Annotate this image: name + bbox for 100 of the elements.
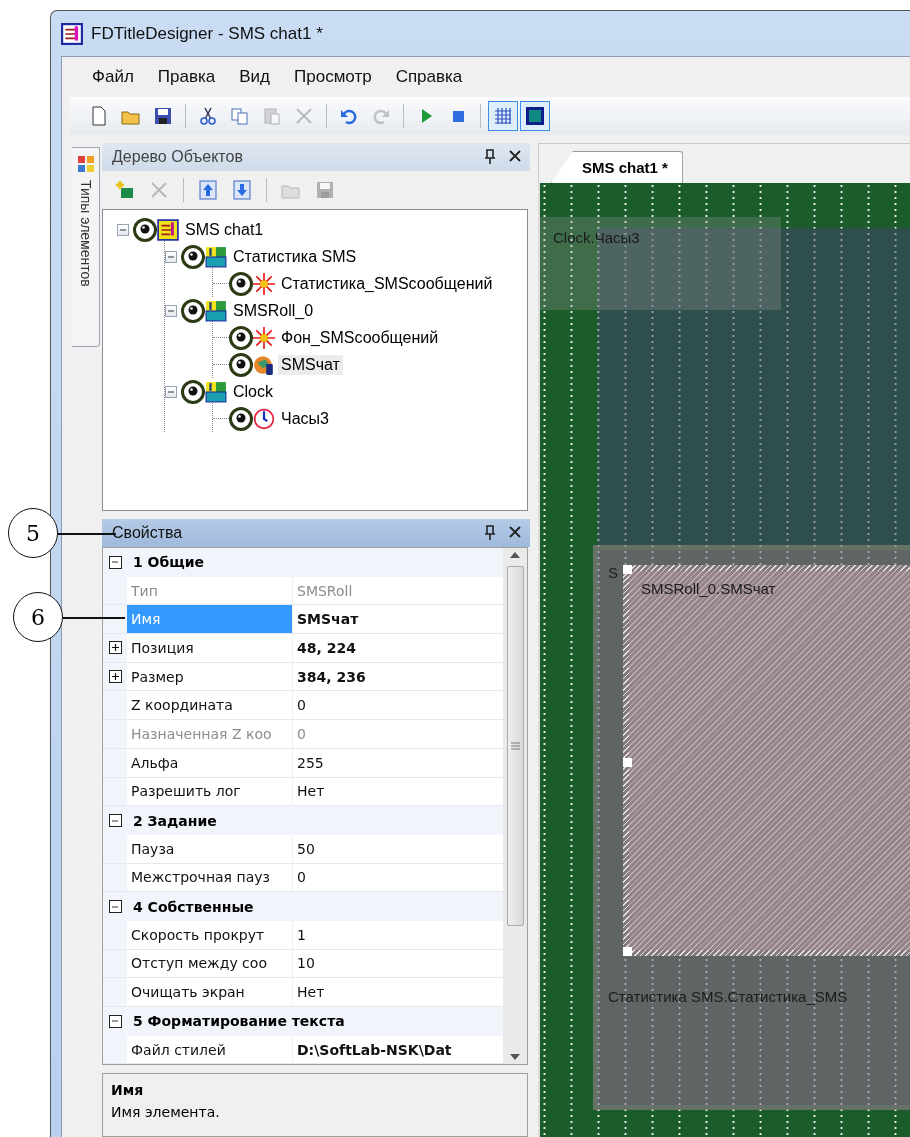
- menu-item[interactable]: Просмотр: [284, 63, 382, 91]
- property-value[interactable]: SMSчат: [293, 605, 503, 634]
- scrollbar[interactable]: [503, 548, 527, 1064]
- scroll-thumb[interactable]: [506, 566, 524, 926]
- eye-icon[interactable]: [133, 217, 157, 242]
- paste-icon: [262, 106, 282, 126]
- copy-icon: [230, 106, 250, 126]
- leader-line: [58, 533, 116, 535]
- resize-handle[interactable]: [623, 758, 632, 767]
- scissors-icon: [198, 106, 218, 126]
- property-value[interactable]: 384, 236: [293, 662, 503, 691]
- save-icon: [153, 106, 173, 126]
- resize-handle[interactable]: [623, 947, 632, 956]
- menu-item[interactable]: Вид: [229, 63, 280, 91]
- close-icon[interactable]: [508, 149, 522, 163]
- side-tab-label: Типы элементов: [77, 180, 94, 287]
- property-name[interactable]: Отступ между соо: [127, 949, 293, 978]
- move-up-icon: [198, 180, 218, 200]
- property-value[interactable]: D:\SoftLab-NSK\Dat: [293, 1035, 503, 1064]
- new-document-icon: [89, 106, 109, 126]
- property-name[interactable]: Позиция: [127, 634, 293, 662]
- property-name[interactable]: Разрешить лог: [127, 777, 293, 806]
- delete-icon: [294, 106, 314, 126]
- move-down-icon: [232, 180, 252, 200]
- property-value[interactable]: 1: [293, 920, 503, 949]
- element-types-icon: [75, 154, 96, 174]
- menu-item[interactable]: Файл: [82, 63, 144, 91]
- category-title: 2 Задание: [132, 812, 217, 829]
- document-tab[interactable]: SMS chat1 *: [551, 151, 683, 183]
- property-name[interactable]: Размер: [127, 662, 293, 691]
- window-title: FDTitleDesigner - SMS chat1 *: [91, 23, 323, 44]
- property-name[interactable]: Скорость прокрут: [127, 920, 293, 949]
- description-text: Имя элемента.: [111, 1104, 221, 1120]
- pin-icon[interactable]: [484, 149, 496, 165]
- statistics-object[interactable]: S SMSRoll_0.SMSчат Статистика SMS.Статистика_SMS: [593, 545, 910, 1110]
- property-value[interactable]: 10: [293, 949, 503, 978]
- property-value[interactable]: 0: [293, 863, 503, 892]
- tree-item[interactable]: Фон_SMSсообщений: [278, 327, 442, 348]
- object-label: Статистика SMS.Статистика_SMS: [608, 988, 848, 1005]
- property-name[interactable]: Пауза: [127, 834, 293, 863]
- design-canvas[interactable]: Clock.Часы3 S SMSRoll_0.SMSчат Статистика SMS.Статистика_SMS: [538, 183, 910, 1137]
- menu-item[interactable]: Справка: [385, 63, 473, 91]
- property-value[interactable]: Нет: [293, 777, 503, 806]
- sun-icon: [253, 272, 275, 295]
- callout-number: 5: [8, 508, 58, 558]
- tree-item[interactable]: SMS chat1: [182, 219, 267, 240]
- tree-item[interactable]: SMSчат: [278, 354, 343, 375]
- tree-item[interactable]: Clock: [230, 381, 276, 402]
- scroll-down-icon[interactable]: [510, 1054, 520, 1060]
- property-value[interactable]: 50: [293, 834, 503, 863]
- scroll-up-icon[interactable]: [510, 552, 520, 558]
- clock-icon: [253, 407, 275, 430]
- side-tab[interactable]: Типы элементов: [72, 147, 100, 347]
- object-label: SMSRoll_0.SMSчат: [641, 580, 776, 597]
- property-value[interactable]: 255: [293, 748, 503, 777]
- description-title: Имя: [111, 1082, 145, 1098]
- menu-item[interactable]: Правка: [147, 63, 226, 91]
- layer-icon: [205, 299, 227, 322]
- globe-phone-icon: [253, 353, 275, 376]
- tree-item[interactable]: Статистика SMS: [230, 246, 360, 267]
- eye-icon[interactable]: [229, 271, 253, 296]
- chat-object[interactable]: SMSRoll_0.SMSчат: [623, 565, 910, 956]
- property-name[interactable]: Альфа: [127, 748, 293, 777]
- eye-icon[interactable]: [181, 244, 205, 269]
- property-name[interactable]: Z координата: [127, 691, 293, 720]
- tree-item[interactable]: Статистика_SMSсообщений: [278, 273, 496, 294]
- delete-icon: [149, 180, 169, 200]
- eye-icon[interactable]: [181, 298, 205, 323]
- property-name[interactable]: Межстрочная пауз: [127, 863, 293, 892]
- property-value[interactable]: 48, 224: [293, 634, 503, 662]
- property-value[interactable]: 0: [293, 691, 503, 720]
- grid-icon: [493, 106, 513, 126]
- object-label: Clock.Часы3: [553, 229, 640, 246]
- category-title: 1 Общие: [132, 554, 205, 571]
- category-title: 5 Форматирование текста: [132, 1013, 345, 1030]
- close-icon[interactable]: [508, 525, 522, 539]
- pin-icon[interactable]: [484, 525, 496, 541]
- add-layer-icon: [115, 180, 135, 200]
- tree-item[interactable]: SMSRoll_0: [230, 300, 317, 321]
- resize-handle[interactable]: [623, 565, 632, 574]
- app-icon: [61, 22, 83, 45]
- leader-line: [63, 617, 125, 619]
- eye-icon[interactable]: [229, 406, 253, 431]
- category-title: 4 Собственные: [132, 898, 254, 915]
- eye-icon[interactable]: [229, 352, 253, 377]
- eye-icon[interactable]: [229, 325, 253, 350]
- property-name[interactable]: Файл стилей: [127, 1035, 293, 1064]
- tree-item[interactable]: Часы3: [278, 408, 332, 429]
- panel-title: Дерево Объектов: [112, 148, 244, 166]
- sun-icon: [253, 326, 275, 349]
- save-icon: [315, 180, 335, 200]
- eye-icon[interactable]: [181, 379, 205, 404]
- property-value[interactable]: Нет: [293, 978, 503, 1006]
- grip-icon: [510, 742, 520, 750]
- toolbar-button[interactable]: [520, 101, 550, 131]
- layer-icon: [205, 245, 227, 268]
- panel-title: Свойства: [112, 524, 184, 542]
- property-value[interactable]: 0: [293, 720, 503, 748]
- property-name[interactable]: Очищать экран: [127, 978, 293, 1006]
- fill-color-icon: [525, 106, 545, 126]
